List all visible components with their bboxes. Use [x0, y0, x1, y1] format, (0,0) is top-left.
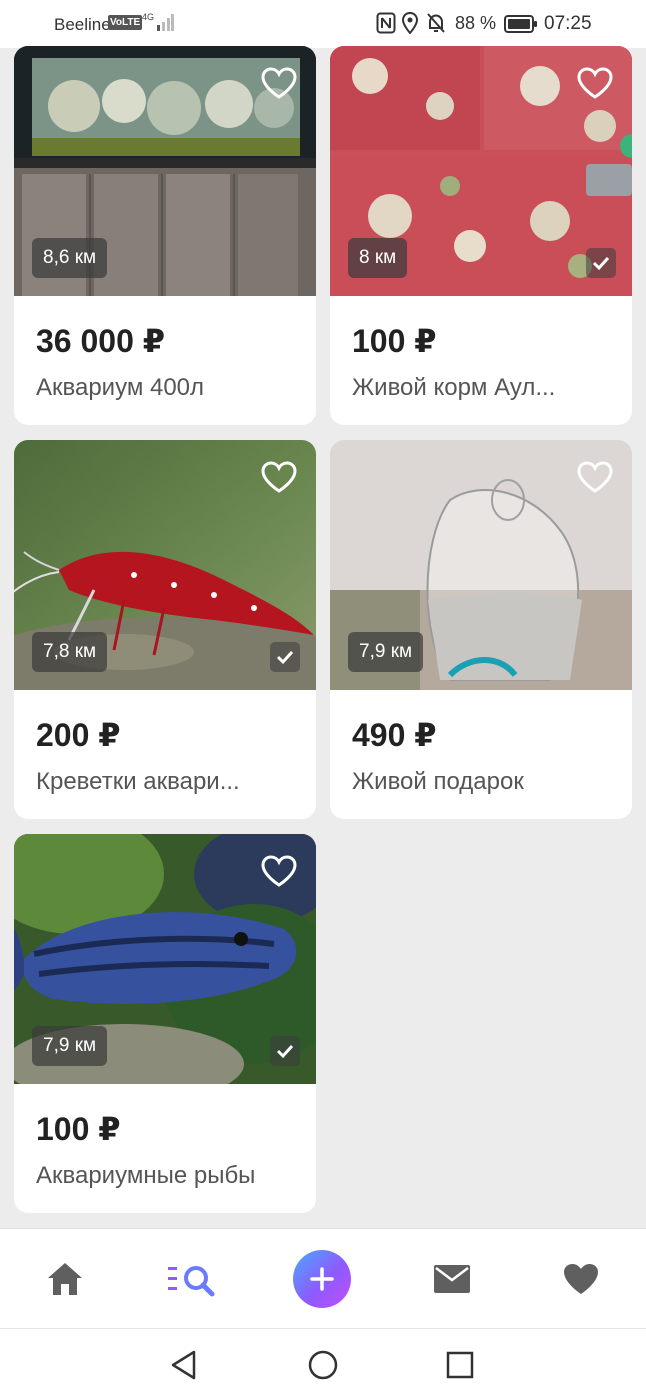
- battery-icon: [504, 15, 537, 33]
- back-icon: [171, 1350, 196, 1380]
- listing-title: Креветки аквари...: [36, 768, 240, 795]
- screen: Beeline VoLTE 4G 88 % 07:25 8,6 км 36 00…: [0, 0, 646, 1400]
- location-icon: [402, 12, 418, 34]
- listing-photo[interactable]: 8 км: [330, 46, 632, 296]
- listing-title: Живой корм Аул...: [352, 374, 556, 401]
- home-icon: [48, 1263, 82, 1295]
- listing-photo[interactable]: 7,8 км: [14, 440, 316, 690]
- mail-icon: [434, 1265, 470, 1293]
- nav-search[interactable]: [165, 1253, 221, 1305]
- listing-price: 100 ₽: [36, 1111, 121, 1147]
- status-bar: Beeline VoLTE 4G 88 % 07:25: [0, 0, 646, 48]
- verified-check-icon: [270, 642, 300, 672]
- clock: 07:25: [544, 13, 592, 34]
- system-navigation: [0, 1328, 646, 1400]
- nav-messages[interactable]: [424, 1253, 480, 1305]
- battery-percent: 88 %: [455, 13, 497, 33]
- nfc-icon: [376, 12, 396, 34]
- home-circle-icon: [308, 1350, 338, 1380]
- listing-photo[interactable]: 7,9 км: [14, 834, 316, 1084]
- distance-badge: 7,9 км: [32, 1026, 108, 1066]
- distance-badge: 8 км: [348, 238, 408, 278]
- listing-title: Живой подарок: [352, 768, 524, 795]
- system-recents-button[interactable]: [442, 1347, 478, 1383]
- system-back-button[interactable]: [166, 1347, 202, 1383]
- favorite-heart-icon[interactable]: [576, 460, 614, 494]
- listing-card[interactable]: 7,8 км 200 ₽ Креветки аквари...: [14, 440, 316, 819]
- listing-title: Аквариум 400л: [36, 374, 205, 401]
- listing-photo[interactable]: 7,9 км: [330, 440, 632, 690]
- listing-price: 200 ₽: [36, 717, 121, 753]
- verified-check-icon: [586, 248, 616, 278]
- system-home-button[interactable]: [305, 1347, 341, 1383]
- favorite-heart-icon[interactable]: [260, 854, 298, 888]
- listing-price: 490 ₽: [352, 717, 437, 753]
- add-listing-button[interactable]: [293, 1250, 351, 1308]
- listing-card[interactable]: 7,9 км 490 ₽ Живой подарок: [330, 440, 632, 819]
- search-list-icon: [168, 1266, 215, 1297]
- distance-badge: 8,6 км: [32, 238, 108, 278]
- distance-badge: 7,8 км: [32, 632, 108, 672]
- verified-check-icon: [270, 1036, 300, 1066]
- bottom-navigation: [0, 1228, 646, 1328]
- heart-icon: [564, 1264, 598, 1294]
- listing-title: Аквариумные рыбы: [36, 1162, 256, 1189]
- signal-icon: [157, 14, 174, 31]
- favorite-heart-icon[interactable]: [260, 66, 298, 100]
- favorite-heart-icon[interactable]: [260, 460, 298, 494]
- plus-icon: [310, 1267, 334, 1291]
- status-icons: 88 % 07:25: [376, 0, 646, 48]
- listing-card[interactable]: 8 км 100 ₽ Живой корм Аул...: [330, 46, 632, 425]
- network-type: 4G: [142, 12, 155, 22]
- nav-home[interactable]: [37, 1253, 93, 1305]
- recents-icon: [446, 1351, 474, 1379]
- carrier-name: Beeline: [54, 15, 111, 34]
- listing-price: 100 ₽: [352, 323, 437, 359]
- nav-favorites[interactable]: [553, 1253, 609, 1305]
- distance-badge: 7,9 км: [348, 632, 424, 672]
- listing-price: 36 000 ₽: [36, 323, 166, 359]
- mute-bell-icon: [427, 13, 445, 33]
- listing-photo[interactable]: 8,6 км: [14, 46, 316, 296]
- volte-badge: VoLTE: [108, 15, 143, 30]
- listing-card[interactable]: 8,6 км 36 000 ₽ Аквариум 400л: [14, 46, 316, 425]
- favorite-heart-icon[interactable]: [576, 66, 614, 100]
- listing-card[interactable]: 7,9 км 100 ₽ Аквариумные рыбы: [14, 834, 316, 1213]
